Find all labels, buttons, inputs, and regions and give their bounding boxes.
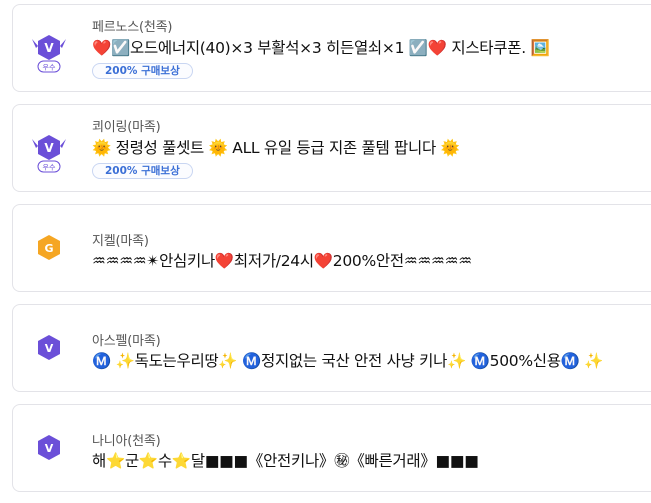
purchase-reward-tag: 200% 구매보상 (92, 63, 193, 79)
gold-g-badge-icon: G (29, 227, 69, 269)
listing-list: V 우수 페르노스(천족) ❤️☑️오드에너지(40)×3 부활석×3 히든열쇠… (0, 0, 651, 503)
svg-text:V: V (44, 41, 54, 55)
v-badge-icon: V (29, 327, 69, 369)
winged-v-badge-icon: V 우수 (29, 29, 69, 73)
listing-title[interactable]: ♒♒♒♒✴안심키나❤️최저가/24시❤️200%안전♒♒♒♒♒ (92, 249, 472, 271)
svg-text:V: V (45, 342, 54, 355)
v-badge-icon: V (29, 427, 69, 469)
listing-title[interactable]: 🌞 정령성 풀셋트 🌞 ALL 유일 등급 지존 풀템 팝니다 🌞 (92, 136, 460, 158)
listing-title[interactable]: Ⓜ️ ✨독도는우리땅✨ Ⓜ️정지없는 국산 안전 사냥 키나✨ Ⓜ️500%신용… (92, 349, 604, 371)
svg-text:V: V (44, 141, 54, 155)
server-name: 아스펠(마족) (92, 334, 161, 349)
winged-v-badge-icon: V 우수 (29, 129, 69, 173)
server-name: 지켈(마족) (92, 234, 149, 249)
listing-card[interactable]: G 지켈(마족) ♒♒♒♒✴안심키나❤️최저가/24시❤️200%안전♒♒♒♒♒ (12, 204, 651, 292)
seller-grade-label: 우수 (43, 64, 56, 72)
server-name: 쾨이링(마족) (92, 120, 161, 135)
svg-text:G: G (44, 242, 53, 255)
listing-title[interactable]: ❤️☑️오드에너지(40)×3 부활석×3 히든열쇠×1 ☑️❤️ 지스타쿠폰.… (92, 36, 550, 58)
listing-title[interactable]: 해⭐군⭐수⭐달■■■《안전키나》㊙《빠른거래》■■■ (92, 449, 479, 471)
listing-card[interactable]: V 나니아(천족) 해⭐군⭐수⭐달■■■《안전키나》㊙《빠른거래》■■■ (12, 404, 651, 492)
listing-card[interactable]: V 우수 페르노스(천족) ❤️☑️오드에너지(40)×3 부활석×3 히든열쇠… (12, 4, 651, 92)
server-name: 나니아(천족) (92, 434, 161, 449)
listing-card[interactable]: V 아스펠(마족) Ⓜ️ ✨독도는우리땅✨ Ⓜ️정지없는 국산 안전 사냥 키나… (12, 304, 651, 392)
purchase-reward-tag: 200% 구매보상 (92, 163, 193, 179)
server-name: 페르노스(천족) (92, 20, 173, 35)
svg-text:V: V (45, 442, 54, 455)
seller-grade-label: 우수 (43, 164, 56, 172)
listing-card[interactable]: V 우수 쾨이링(마족) 🌞 정령성 풀셋트 🌞 ALL 유일 등급 지존 풀템… (12, 104, 651, 192)
